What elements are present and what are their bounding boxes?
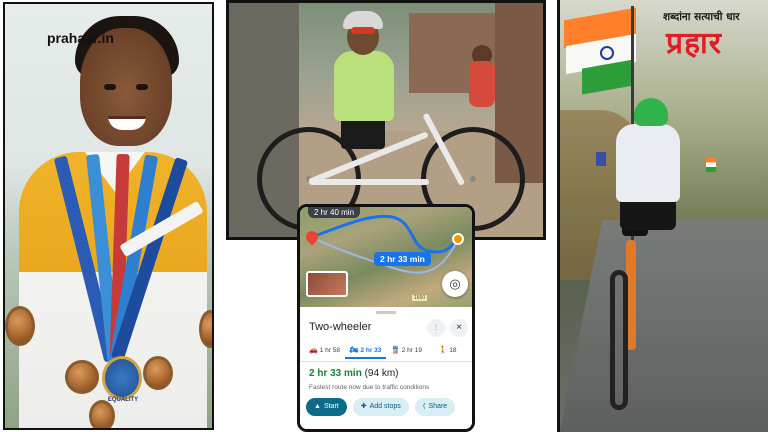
- photo-boy-with-medals: EQUALITY prahaar.in: [3, 2, 214, 430]
- medal: [143, 356, 173, 390]
- bicycle-rear-wheel: [610, 270, 628, 410]
- tab-two-wheeler[interactable]: 🏍 2 hr 33: [345, 343, 386, 359]
- eta-time: 2 hr 33 min: [309, 368, 362, 379]
- alt-route-time: 2 hr 40 min: [308, 207, 361, 218]
- divider: [300, 361, 472, 362]
- add-stop-icon: ✚: [360, 403, 367, 410]
- bicycle-frame: [309, 179, 429, 185]
- tab-transit[interactable]: 🚆 2 hr 19: [386, 343, 427, 359]
- tab-two-wheeler-time: 2 hr 33: [360, 347, 382, 354]
- equality-medal-text: EQUALITY: [107, 397, 139, 403]
- tab-walk-time: 18: [449, 347, 457, 354]
- tab-car[interactable]: 🚗 1 hr 58: [304, 343, 345, 359]
- rider-shirt: [616, 124, 680, 202]
- add-stops-button[interactable]: ✚ Add stops: [352, 398, 409, 416]
- share-button[interactable]: ⟨ Share: [414, 398, 456, 416]
- child: [469, 61, 495, 107]
- map-directions-screenshot: 2 hr 40 min 2 hr 33 min ◎ 1660 Two-wheel…: [297, 204, 475, 432]
- options-icon[interactable]: ⫶: [427, 319, 445, 337]
- small-flag: [706, 158, 716, 172]
- street-view-thumbnail[interactable]: [306, 271, 348, 297]
- brand-logo: प्रहार: [666, 26, 723, 61]
- destination-icon: [452, 233, 464, 245]
- rider-shirt: [334, 51, 394, 121]
- medal: [65, 360, 99, 394]
- travel-mode-title: Two-wheeler: [309, 321, 372, 333]
- site-logo: prahaar.in: [47, 30, 114, 46]
- car-icon: 🚗: [309, 347, 318, 354]
- medal: [199, 310, 212, 348]
- add-stops-label: Add stops: [369, 403, 401, 410]
- start-button[interactable]: ▲ Start: [306, 398, 347, 416]
- start-label: Start: [323, 403, 339, 410]
- eta-distance: (94 km): [364, 368, 399, 379]
- tab-walk[interactable]: 🚶 18: [427, 343, 468, 359]
- drag-handle[interactable]: [376, 311, 396, 314]
- left-eye: [104, 84, 116, 90]
- photo-flag-rider: शब्दांना सत्याची धार प्रहार: [557, 0, 768, 432]
- highway-marker: 1660: [412, 295, 428, 301]
- sunglasses: [351, 27, 375, 34]
- eta-summary: 2 hr 33 min (94 km): [309, 368, 399, 379]
- close-icon[interactable]: ×: [450, 319, 468, 337]
- right-eye: [136, 84, 148, 90]
- locate-me-icon[interactable]: ◎: [442, 271, 468, 297]
- action-buttons: ▲ Start ✚ Add stops ⟨ Share: [306, 398, 456, 416]
- medal: [5, 306, 35, 346]
- walk-icon: 🚶: [438, 347, 448, 354]
- equality-medal: [102, 356, 142, 400]
- ashoka-chakra-icon: [600, 46, 614, 60]
- medal: [89, 400, 115, 428]
- map-view[interactable]: 2 hr 40 min 2 hr 33 min ◎ 1660: [300, 207, 472, 307]
- navigation-arrow-icon: ▲: [314, 403, 321, 410]
- motorbike-icon: 🏍: [349, 347, 359, 354]
- transit-icon: 🚆: [391, 347, 400, 354]
- route-time-label[interactable]: 2 hr 33 min: [374, 252, 431, 266]
- green-helmet: [634, 98, 668, 126]
- share-label: Share: [428, 403, 448, 410]
- small-flag: [596, 152, 606, 166]
- travel-mode-tabs: 🚗 1 hr 58 🏍 2 hr 33 🚆 2 hr 19 🚶 18: [304, 343, 468, 359]
- share-icon: ⟨: [422, 403, 426, 410]
- tab-transit-time: 2 hr 19: [401, 347, 422, 354]
- tab-car-time: 1 hr 58: [319, 347, 340, 354]
- route-note: Fastest route now due to traffic conditi…: [309, 384, 430, 391]
